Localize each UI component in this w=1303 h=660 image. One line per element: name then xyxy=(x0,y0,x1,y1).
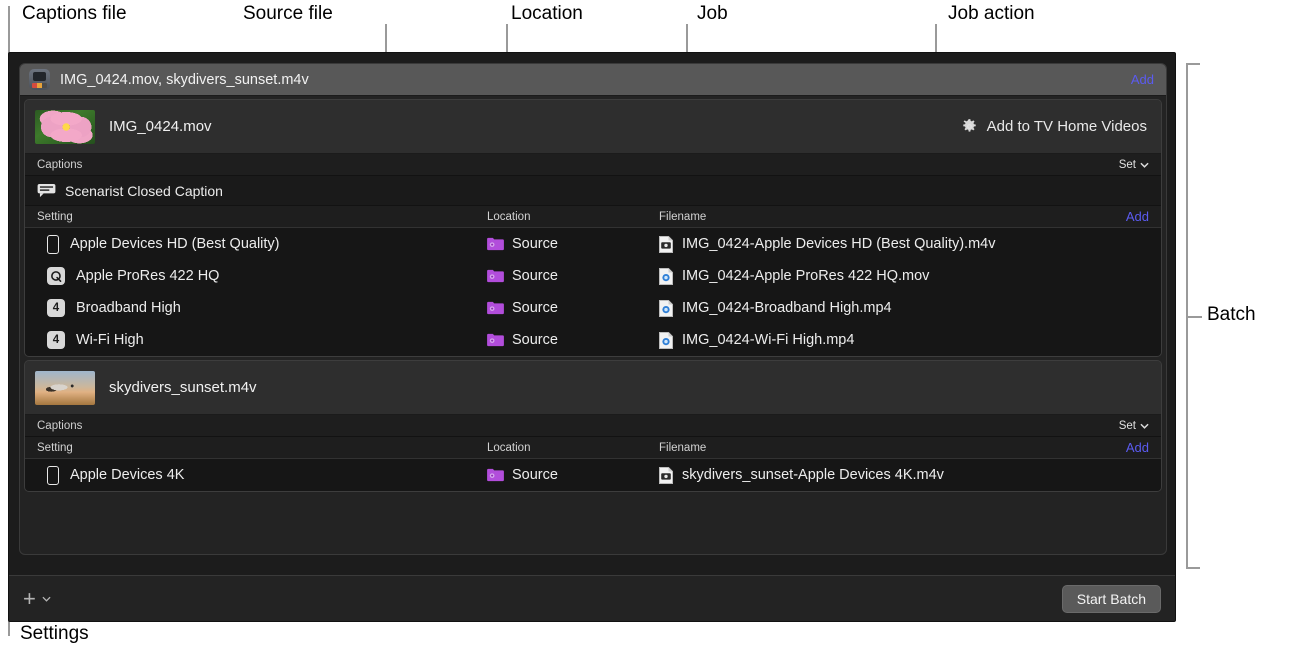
compressor-app-icon xyxy=(29,69,50,90)
location-name: Source xyxy=(512,300,558,316)
captions-label: Captions xyxy=(37,420,1119,432)
m4v-file-icon xyxy=(659,467,673,484)
job-row-2[interactable]: skydivers_sunset.m4v xyxy=(25,361,1161,415)
setting-name: Apple ProRes 422 HQ xyxy=(76,268,219,284)
setting-name: Broadband High xyxy=(76,300,181,316)
m4v-file-icon xyxy=(659,236,673,253)
source-folder-icon xyxy=(487,468,504,482)
filename-value: IMG_0424-Apple Devices HD (Best Quality)… xyxy=(682,236,995,252)
filename-value: IMG_0424-Apple ProRes 422 HQ.mov xyxy=(682,268,929,284)
annotation-source-file: Source file xyxy=(243,3,333,25)
job-row-1[interactable]: IMG_0424.mov Add to TV Home Videos xyxy=(25,100,1161,154)
batch-add-button[interactable]: Add xyxy=(1131,72,1154,87)
job-source-filename: IMG_0424.mov xyxy=(109,118,961,135)
plus-icon: + xyxy=(23,588,36,610)
annotation-captions-file: Captions file xyxy=(22,3,127,25)
column-location: Location xyxy=(487,211,659,223)
caption-file-row[interactable]: Scenarist Closed Caption xyxy=(25,176,1161,206)
setting-name: Apple Devices 4K xyxy=(70,467,184,483)
setting-name: Wi-Fi High xyxy=(76,332,144,348)
filename-value: skydivers_sunset-Apple Devices 4K.m4v xyxy=(682,467,944,483)
batch-title: IMG_0424.mov, skydivers_sunset.m4v xyxy=(60,72,1131,88)
job-block-2: skydivers_sunset.m4v Captions Set Settin… xyxy=(24,360,1162,492)
source-folder-icon xyxy=(487,237,504,251)
settings-add-button-1[interactable]: Add xyxy=(1101,209,1161,224)
column-setting: Setting xyxy=(25,442,487,454)
quicktime-icon xyxy=(47,267,65,285)
filename-value: IMG_0424-Broadband High.mp4 xyxy=(682,300,892,316)
annotation-job: Job xyxy=(697,3,728,25)
table-row[interactable]: 4 Wi-Fi High Source IMG_0424-Wi-Fi Hig xyxy=(25,324,1161,356)
closed-caption-icon xyxy=(37,183,56,198)
filename-value: IMG_0424-Wi-Fi High.mp4 xyxy=(682,332,854,348)
location-name: Source xyxy=(512,467,558,483)
table-row[interactable]: Apple ProRes 422 HQ Source IMG_0424-Appl… xyxy=(25,260,1161,292)
table-row[interactable]: 4 Broadband High Source IMG_0424-Broad xyxy=(25,292,1161,324)
annotation-bracket-batch-top xyxy=(1186,63,1200,65)
captions-strip-1: Captions Set xyxy=(25,154,1161,176)
chevron-down-icon xyxy=(1140,423,1149,429)
setting-name: Apple Devices HD (Best Quality) xyxy=(70,236,280,252)
settings-column-header-1: Setting Location Filename Add xyxy=(25,206,1161,228)
screenshot-root: Captions file Source file Location Job J… xyxy=(0,0,1303,660)
source-folder-icon xyxy=(487,301,504,315)
compressor-window: IMG_0424.mov, skydivers_sunset.m4v Add I… xyxy=(8,52,1176,622)
caption-file-name: Scenarist Closed Caption xyxy=(65,183,223,199)
source-folder-icon xyxy=(487,269,504,283)
chevron-down-icon xyxy=(1140,162,1149,168)
column-filename: Filename xyxy=(659,211,1101,223)
bottom-toolbar: + Start Batch xyxy=(9,575,1175,621)
captions-set-menu[interactable]: Set xyxy=(1119,420,1149,432)
settings-add-button-2[interactable]: Add xyxy=(1101,440,1161,455)
location-name: Source xyxy=(512,236,558,252)
annotation-settings: Settings xyxy=(20,623,89,645)
annotation-batch: Batch xyxy=(1207,304,1256,326)
captions-set-label: Set xyxy=(1119,159,1136,171)
batch-card: IMG_0424.mov, skydivers_sunset.m4v Add I… xyxy=(19,63,1167,555)
table-row[interactable]: Apple Devices 4K Source skydivers_sunset… xyxy=(25,459,1161,491)
mp4-file-icon xyxy=(659,300,673,317)
start-batch-button[interactable]: Start Batch xyxy=(1062,585,1161,613)
column-setting: Setting xyxy=(25,211,487,223)
skydivers-thumbnail xyxy=(35,371,95,405)
captions-strip-2: Captions Set xyxy=(25,415,1161,437)
mpeg4-icon: 4 xyxy=(47,299,65,317)
annotation-job-action: Job action xyxy=(948,3,1035,25)
column-location: Location xyxy=(487,442,659,454)
column-filename: Filename xyxy=(659,442,1101,454)
annotation-bracket-batch-bottom xyxy=(1186,567,1200,569)
job-block-1: IMG_0424.mov Add to TV Home Videos Capti… xyxy=(24,99,1162,357)
gear-icon xyxy=(961,118,978,135)
mp4-file-icon xyxy=(659,332,673,349)
annotation-location: Location xyxy=(511,3,583,25)
iphone-icon xyxy=(47,466,59,485)
location-name: Source xyxy=(512,268,558,284)
mov-file-icon xyxy=(659,268,673,285)
job-source-filename: skydivers_sunset.m4v xyxy=(109,379,1147,396)
batch-header-row[interactable]: IMG_0424.mov, skydivers_sunset.m4v Add xyxy=(20,64,1166,96)
captions-set-label: Set xyxy=(1119,420,1136,432)
job-action-label: Add to TV Home Videos xyxy=(987,118,1147,135)
chevron-down-icon xyxy=(42,596,51,602)
annotation-leader-batch xyxy=(1186,316,1202,318)
location-name: Source xyxy=(512,332,558,348)
job-action-1[interactable]: Add to TV Home Videos xyxy=(961,118,1147,135)
mpeg4-icon: 4 xyxy=(47,331,65,349)
captions-label: Captions xyxy=(37,159,1119,171)
captions-set-menu[interactable]: Set xyxy=(1119,159,1149,171)
add-job-menu[interactable]: + xyxy=(23,588,1062,610)
table-row[interactable]: Apple Devices HD (Best Quality) Source I… xyxy=(25,228,1161,260)
source-folder-icon xyxy=(487,333,504,347)
settings-column-header-2: Setting Location Filename Add xyxy=(25,437,1161,459)
flower-thumbnail xyxy=(35,110,95,144)
iphone-icon xyxy=(47,235,59,254)
